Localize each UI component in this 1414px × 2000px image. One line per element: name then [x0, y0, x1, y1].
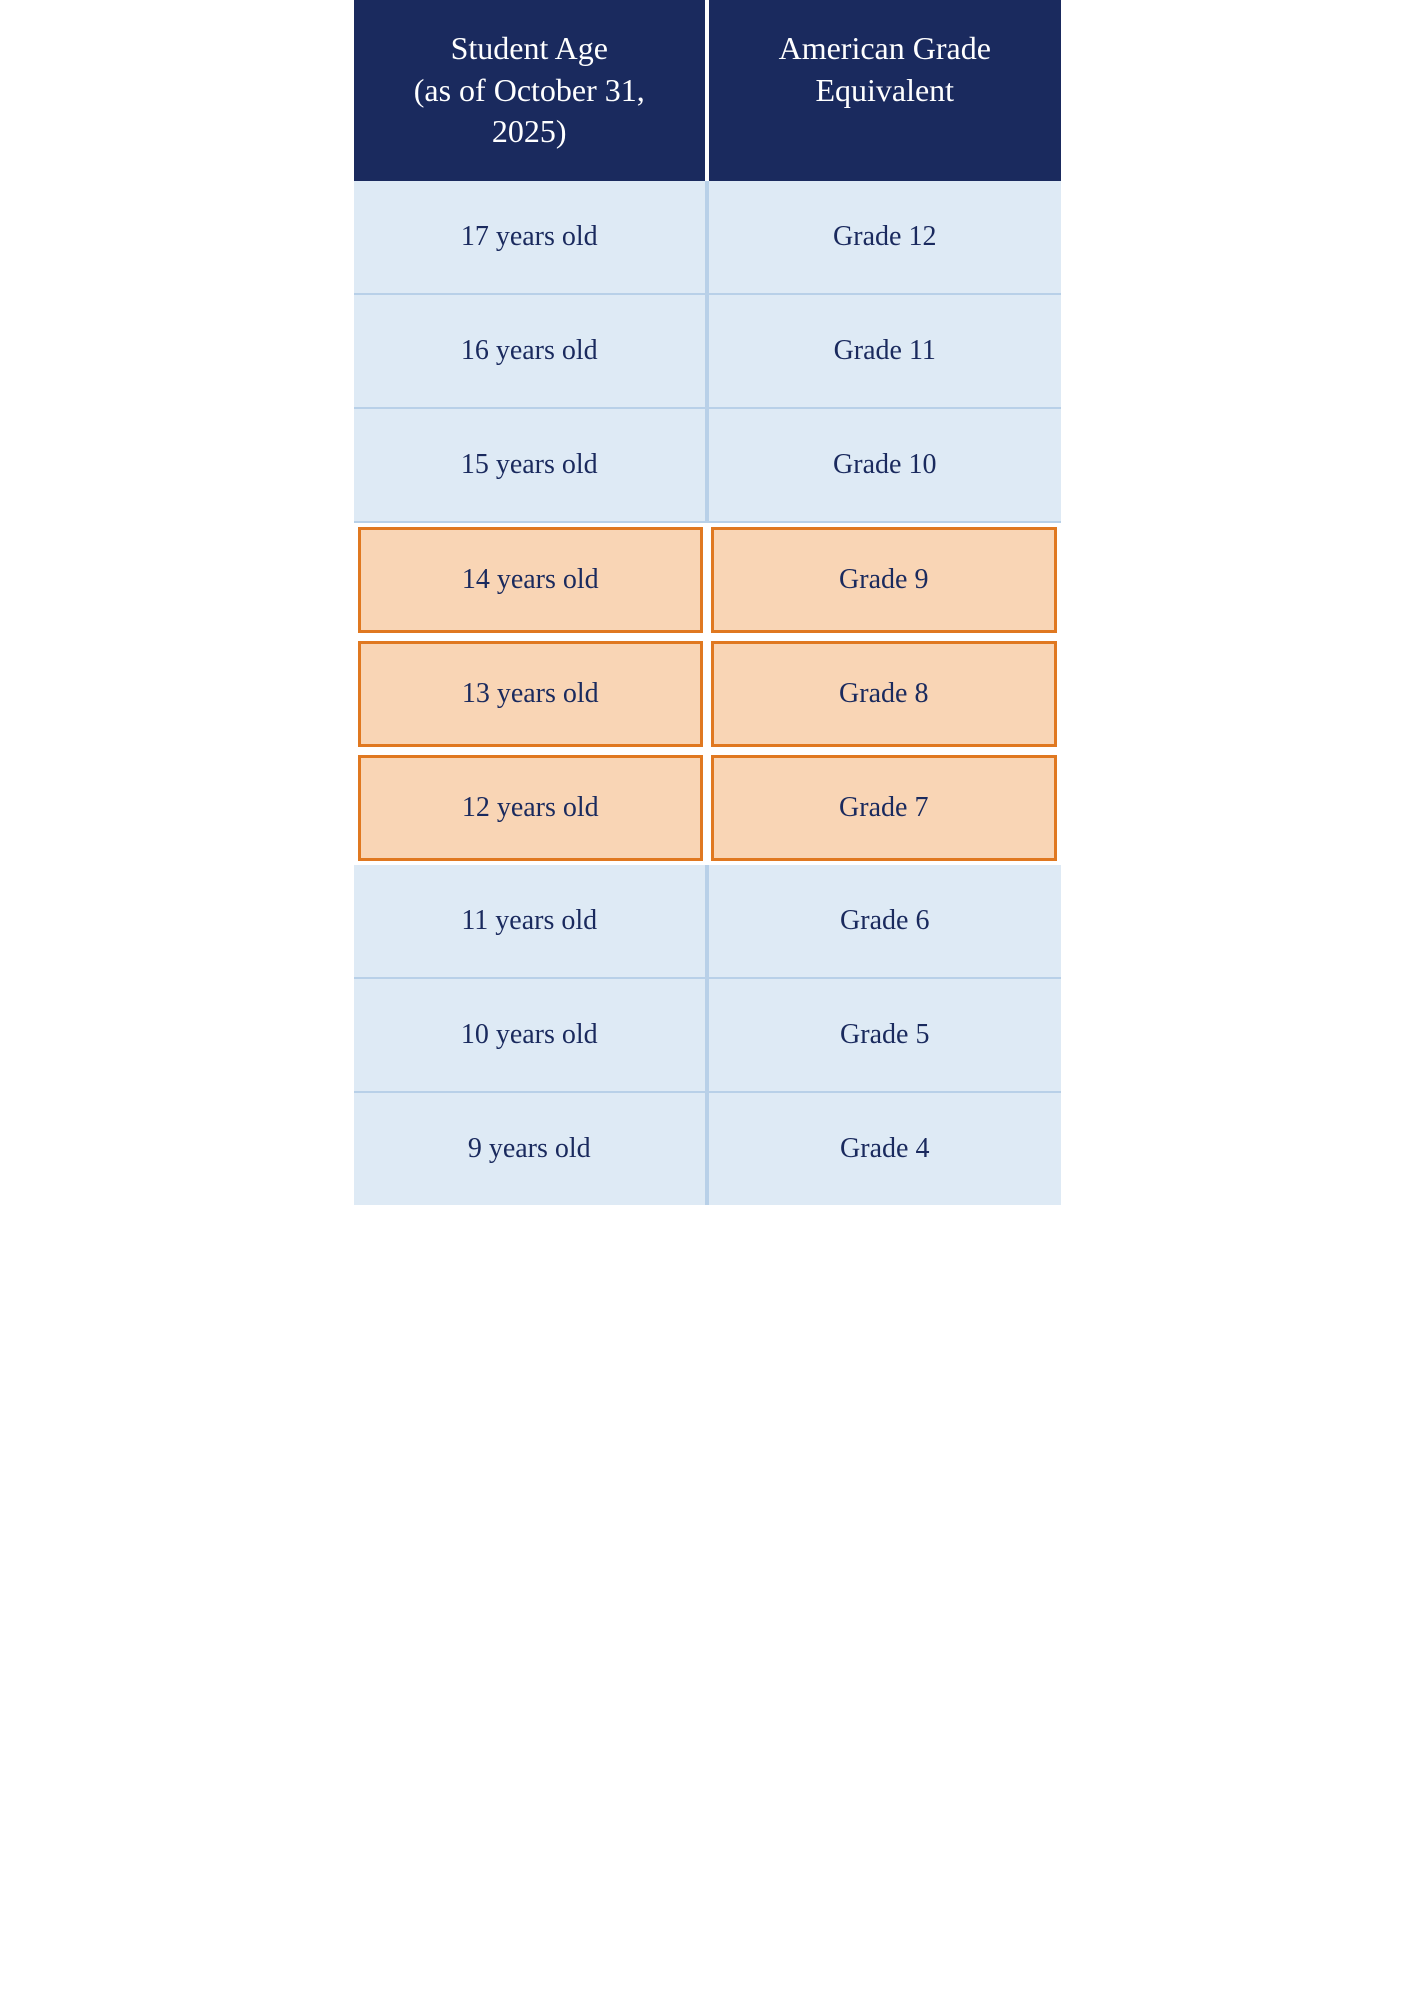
grade-cell: Grade 5 — [709, 979, 1061, 1091]
table-row: 13 years oldGrade 8 — [354, 637, 1061, 751]
age-cell: 12 years old — [358, 755, 704, 861]
table-row: 11 years oldGrade 6 — [354, 865, 1061, 979]
table-row: 17 years oldGrade 12 — [354, 181, 1061, 295]
table-row: 16 years oldGrade 11 — [354, 295, 1061, 409]
age-cell: 13 years old — [358, 641, 704, 747]
header-col2-line1: American Grade — [729, 28, 1041, 70]
age-cell: 10 years old — [354, 979, 710, 1091]
table-body: 17 years oldGrade 1216 years oldGrade 11… — [354, 181, 1061, 1205]
grade-cell: Grade 10 — [709, 409, 1061, 521]
age-cell: 17 years old — [354, 181, 710, 293]
age-cell: 16 years old — [354, 295, 710, 407]
table-row: 14 years oldGrade 9 — [354, 523, 1061, 637]
header-col1-line2: (as of October 31, 2025) — [374, 70, 686, 153]
age-grade-table: Student Age (as of October 31, 2025) Ame… — [354, 0, 1061, 1205]
age-cell: 15 years old — [354, 409, 710, 521]
table-row: 9 years oldGrade 4 — [354, 1093, 1061, 1205]
age-cell: 11 years old — [354, 865, 710, 977]
header-col2-line2: Equivalent — [729, 70, 1041, 112]
header-student-age: Student Age (as of October 31, 2025) — [354, 0, 710, 181]
age-cell: 9 years old — [354, 1093, 710, 1205]
header-col1-line1: Student Age — [374, 28, 686, 70]
table-row: 12 years oldGrade 7 — [354, 751, 1061, 865]
grade-cell: Grade 11 — [709, 295, 1061, 407]
grade-cell: Grade 8 — [711, 641, 1057, 747]
grade-cell: Grade 9 — [711, 527, 1057, 633]
age-cell: 14 years old — [358, 527, 704, 633]
table-row: 10 years oldGrade 5 — [354, 979, 1061, 1093]
grade-cell: Grade 12 — [709, 181, 1061, 293]
grade-cell: Grade 4 — [709, 1093, 1061, 1205]
table-header: Student Age (as of October 31, 2025) Ame… — [354, 0, 1061, 181]
table-row: 15 years oldGrade 10 — [354, 409, 1061, 523]
header-grade-equivalent: American Grade Equivalent — [709, 0, 1061, 181]
grade-cell: Grade 6 — [709, 865, 1061, 977]
grade-cell: Grade 7 — [711, 755, 1057, 861]
